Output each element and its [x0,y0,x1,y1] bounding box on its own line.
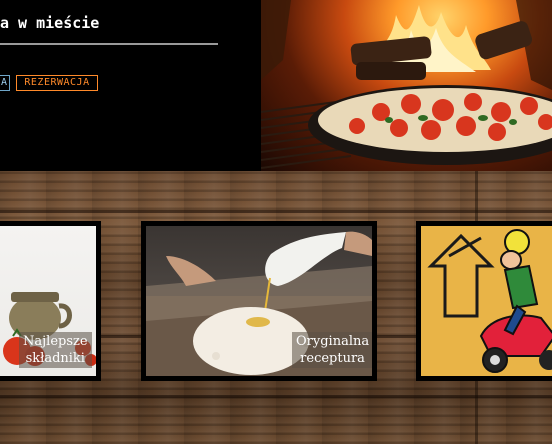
caption-line: Oryginalna [296,334,370,349]
caption-line: receptura [300,351,365,366]
nav-link-partial[interactable]: A [0,75,10,91]
caption-line: składniki [25,351,85,366]
card-caption-recipe: Oryginalna receptura [292,332,372,368]
card-caption-ingredients: Najlepsze składniki [19,332,92,368]
header-panel: a w mieście A REZERWACJA [0,0,261,171]
feature-card-delivery[interactable] [416,221,552,381]
plank-seam [0,395,552,398]
delivery-scooter-illustration [421,226,552,376]
feature-card-ingredients[interactable]: Najlepsze składniki [0,221,101,381]
feature-card-recipe[interactable]: Oryginalna receptura [141,221,377,381]
nav-link-reservation[interactable]: REZERWACJA [16,75,98,91]
title-divider [0,43,218,45]
page-title: a w mieście [0,14,100,32]
hero-oven-pizza-image [261,0,552,171]
oven-pizza-illustration [261,0,552,169]
plank-seam [0,210,552,213]
caption-line: Najlepsze [23,334,88,349]
